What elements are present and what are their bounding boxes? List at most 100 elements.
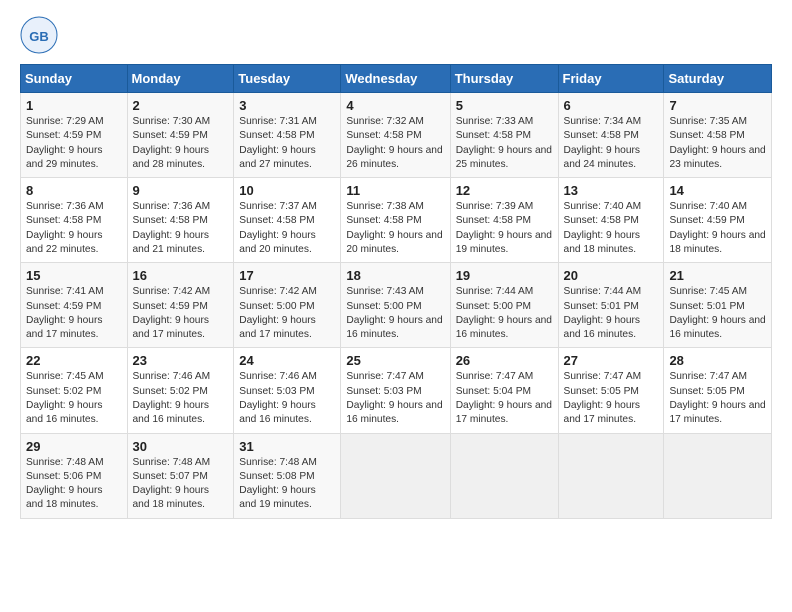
day-number: 22 [26,353,122,368]
calendar-day-cell: 31 Sunrise: 7:48 AMSunset: 5:08 PMDaylig… [234,433,341,518]
calendar-day-cell: 11 Sunrise: 7:38 AMSunset: 4:58 PMDaylig… [341,178,450,263]
calendar-week-row: 22 Sunrise: 7:45 AMSunset: 5:02 PMDaylig… [21,348,772,433]
day-number: 13 [564,183,659,198]
calendar-day-cell [341,433,450,518]
day-info: Sunrise: 7:32 AMSunset: 4:58 PMDaylight:… [346,116,442,170]
day-info: Sunrise: 7:47 AMSunset: 5:03 PMDaylight:… [346,371,442,425]
header: GB [20,16,772,54]
day-number: 27 [564,353,659,368]
day-info: Sunrise: 7:33 AMSunset: 4:58 PMDaylight:… [456,116,552,170]
calendar-day-cell: 30 Sunrise: 7:48 AMSunset: 5:07 PMDaylig… [127,433,234,518]
calendar-day-cell: 9 Sunrise: 7:36 AMSunset: 4:58 PMDayligh… [127,178,234,263]
calendar-day-cell: 5 Sunrise: 7:33 AMSunset: 4:58 PMDayligh… [450,93,558,178]
calendar-day-cell: 26 Sunrise: 7:47 AMSunset: 5:04 PMDaylig… [450,348,558,433]
calendar-day-cell [664,433,772,518]
calendar-day-cell: 18 Sunrise: 7:43 AMSunset: 5:00 PMDaylig… [341,263,450,348]
day-info: Sunrise: 7:47 AMSunset: 5:04 PMDaylight:… [456,371,552,425]
calendar-day-cell: 14 Sunrise: 7:40 AMSunset: 4:59 PMDaylig… [664,178,772,263]
calendar-day-cell: 8 Sunrise: 7:36 AMSunset: 4:58 PMDayligh… [21,178,128,263]
calendar-day-cell: 15 Sunrise: 7:41 AMSunset: 4:59 PMDaylig… [21,263,128,348]
day-info: Sunrise: 7:45 AMSunset: 5:02 PMDaylight:… [26,371,104,425]
calendar-day-cell: 2 Sunrise: 7:30 AMSunset: 4:59 PMDayligh… [127,93,234,178]
calendar-week-row: 1 Sunrise: 7:29 AMSunset: 4:59 PMDayligh… [21,93,772,178]
header-thursday: Thursday [450,65,558,93]
calendar-week-row: 15 Sunrise: 7:41 AMSunset: 4:59 PMDaylig… [21,263,772,348]
day-info: Sunrise: 7:45 AMSunset: 5:01 PMDaylight:… [669,286,765,340]
day-number: 10 [239,183,335,198]
day-info: Sunrise: 7:31 AMSunset: 4:58 PMDaylight:… [239,116,317,170]
calendar-day-cell: 19 Sunrise: 7:44 AMSunset: 5:00 PMDaylig… [450,263,558,348]
day-info: Sunrise: 7:44 AMSunset: 5:01 PMDaylight:… [564,286,642,340]
day-info: Sunrise: 7:34 AMSunset: 4:58 PMDaylight:… [564,116,642,170]
calendar-day-cell: 1 Sunrise: 7:29 AMSunset: 4:59 PMDayligh… [21,93,128,178]
day-number: 31 [239,439,335,454]
day-info: Sunrise: 7:30 AMSunset: 4:59 PMDaylight:… [133,116,211,170]
day-number: 24 [239,353,335,368]
day-number: 14 [669,183,766,198]
calendar-day-cell: 21 Sunrise: 7:45 AMSunset: 5:01 PMDaylig… [664,263,772,348]
day-number: 7 [669,98,766,113]
calendar-day-cell: 29 Sunrise: 7:48 AMSunset: 5:06 PMDaylig… [21,433,128,518]
svg-text:GB: GB [29,29,49,44]
calendar-table: Sunday Monday Tuesday Wednesday Thursday… [20,64,772,519]
calendar-day-cell: 22 Sunrise: 7:45 AMSunset: 5:02 PMDaylig… [21,348,128,433]
calendar-day-cell: 25 Sunrise: 7:47 AMSunset: 5:03 PMDaylig… [341,348,450,433]
day-info: Sunrise: 7:46 AMSunset: 5:03 PMDaylight:… [239,371,317,425]
logo: GB [20,16,62,54]
day-info: Sunrise: 7:48 AMSunset: 5:07 PMDaylight:… [133,457,211,511]
calendar-week-row: 8 Sunrise: 7:36 AMSunset: 4:58 PMDayligh… [21,178,772,263]
day-number: 15 [26,268,122,283]
day-number: 25 [346,353,444,368]
calendar-day-cell: 28 Sunrise: 7:47 AMSunset: 5:05 PMDaylig… [664,348,772,433]
calendar-day-cell: 17 Sunrise: 7:42 AMSunset: 5:00 PMDaylig… [234,263,341,348]
calendar-day-cell: 3 Sunrise: 7:31 AMSunset: 4:58 PMDayligh… [234,93,341,178]
day-number: 29 [26,439,122,454]
calendar-day-cell: 20 Sunrise: 7:44 AMSunset: 5:01 PMDaylig… [558,263,664,348]
logo-icon: GB [20,16,58,54]
day-info: Sunrise: 7:36 AMSunset: 4:58 PMDaylight:… [133,201,211,255]
day-info: Sunrise: 7:41 AMSunset: 4:59 PMDaylight:… [26,286,104,340]
day-info: Sunrise: 7:43 AMSunset: 5:00 PMDaylight:… [346,286,442,340]
calendar-day-cell [450,433,558,518]
day-number: 5 [456,98,553,113]
day-info: Sunrise: 7:48 AMSunset: 5:08 PMDaylight:… [239,457,317,511]
day-number: 12 [456,183,553,198]
day-info: Sunrise: 7:46 AMSunset: 5:02 PMDaylight:… [133,371,211,425]
calendar-day-cell [558,433,664,518]
day-number: 17 [239,268,335,283]
calendar-day-cell: 27 Sunrise: 7:47 AMSunset: 5:05 PMDaylig… [558,348,664,433]
day-info: Sunrise: 7:47 AMSunset: 5:05 PMDaylight:… [564,371,642,425]
day-number: 23 [133,353,229,368]
header-friday: Friday [558,65,664,93]
day-number: 16 [133,268,229,283]
day-number: 8 [26,183,122,198]
day-info: Sunrise: 7:39 AMSunset: 4:58 PMDaylight:… [456,201,552,255]
day-info: Sunrise: 7:37 AMSunset: 4:58 PMDaylight:… [239,201,317,255]
calendar-day-cell: 23 Sunrise: 7:46 AMSunset: 5:02 PMDaylig… [127,348,234,433]
day-number: 3 [239,98,335,113]
day-info: Sunrise: 7:48 AMSunset: 5:06 PMDaylight:… [26,457,104,511]
day-number: 6 [564,98,659,113]
header-sunday: Sunday [21,65,128,93]
header-tuesday: Tuesday [234,65,341,93]
day-info: Sunrise: 7:44 AMSunset: 5:00 PMDaylight:… [456,286,552,340]
day-info: Sunrise: 7:40 AMSunset: 4:58 PMDaylight:… [564,201,642,255]
day-info: Sunrise: 7:36 AMSunset: 4:58 PMDaylight:… [26,201,104,255]
day-number: 4 [346,98,444,113]
calendar-day-cell: 6 Sunrise: 7:34 AMSunset: 4:58 PMDayligh… [558,93,664,178]
calendar-day-cell: 24 Sunrise: 7:46 AMSunset: 5:03 PMDaylig… [234,348,341,433]
weekday-header-row: Sunday Monday Tuesday Wednesday Thursday… [21,65,772,93]
calendar-day-cell: 4 Sunrise: 7:32 AMSunset: 4:58 PMDayligh… [341,93,450,178]
day-number: 2 [133,98,229,113]
day-number: 11 [346,183,444,198]
header-monday: Monday [127,65,234,93]
day-number: 26 [456,353,553,368]
calendar-day-cell: 13 Sunrise: 7:40 AMSunset: 4:58 PMDaylig… [558,178,664,263]
day-number: 21 [669,268,766,283]
day-number: 1 [26,98,122,113]
day-number: 28 [669,353,766,368]
day-info: Sunrise: 7:47 AMSunset: 5:05 PMDaylight:… [669,371,765,425]
day-info: Sunrise: 7:35 AMSunset: 4:58 PMDaylight:… [669,116,765,170]
day-number: 19 [456,268,553,283]
day-number: 30 [133,439,229,454]
